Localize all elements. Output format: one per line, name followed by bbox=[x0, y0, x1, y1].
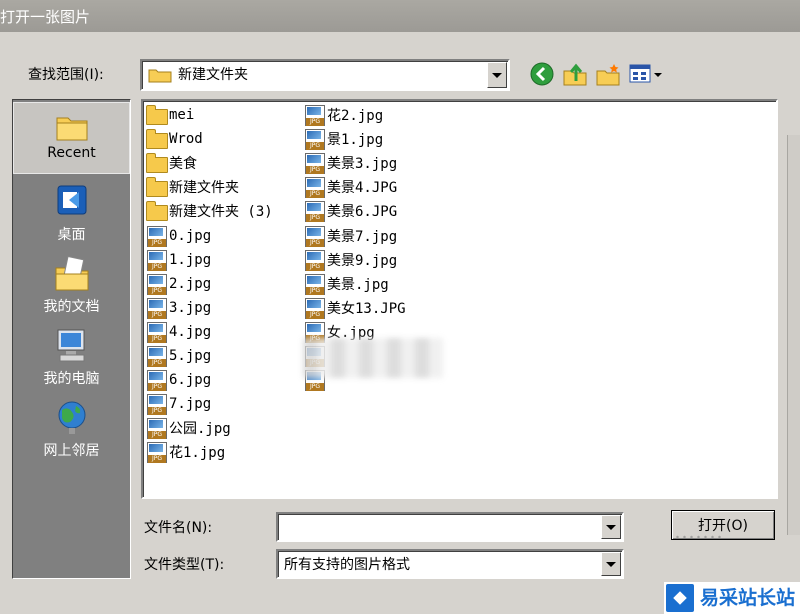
place-network[interactable]: 网上邻居 bbox=[13, 392, 130, 464]
list-item[interactable]: 公园.jpg bbox=[145, 416, 273, 440]
list-item[interactable]: 美女13.JPG bbox=[303, 296, 406, 320]
list-item[interactable]: 3.jpg bbox=[145, 296, 273, 320]
jpg-file-icon bbox=[303, 105, 325, 127]
window-title: 打开一张图片 bbox=[0, 8, 91, 26]
jpg-file-icon bbox=[303, 297, 325, 319]
list-item[interactable]: 1.jpg bbox=[145, 248, 273, 272]
jpg-file-icon bbox=[145, 297, 167, 319]
watermark: 易采站长站 bbox=[664, 582, 800, 614]
desktop-icon bbox=[57, 185, 86, 215]
list-item[interactable]: 美景3.jpg bbox=[303, 151, 406, 175]
chevron-down-icon bbox=[606, 561, 616, 567]
place-label: 桌面 bbox=[57, 227, 86, 243]
jpg-file-icon bbox=[145, 321, 167, 343]
list-item[interactable]: Wrod bbox=[145, 127, 273, 151]
look-in-dropdown[interactable]: 新建文件夹 bbox=[140, 59, 510, 91]
jpg-file-icon bbox=[145, 442, 167, 464]
filetype-value: 所有支持的图片格式 bbox=[284, 557, 410, 573]
jpg-file-icon bbox=[145, 249, 167, 271]
list-item[interactable]: 景1.jpg bbox=[303, 127, 406, 151]
folder-icon bbox=[145, 105, 168, 126]
list-item[interactable]: 花1.jpg bbox=[145, 440, 273, 464]
jpg-file-icon bbox=[145, 418, 167, 440]
new-folder-icon[interactable] bbox=[595, 61, 621, 87]
my-documents-icon bbox=[55, 255, 88, 291]
title-bar[interactable]: 打开一张图片 bbox=[0, 0, 800, 32]
place-my-documents[interactable]: 我的文档 bbox=[13, 248, 130, 320]
jpg-file-icon bbox=[303, 177, 325, 199]
look-in-dropdown-button[interactable] bbox=[487, 62, 507, 88]
recent-folder-icon bbox=[56, 117, 87, 141]
list-item[interactable]: 美食 bbox=[145, 151, 273, 175]
filetype-dropdown-button[interactable] bbox=[601, 552, 621, 576]
watermark-text: 易采站长站 bbox=[700, 587, 796, 609]
network-icon bbox=[58, 401, 85, 434]
look-in-value: 新建文件夹 bbox=[178, 67, 248, 83]
place-label: 我的电脑 bbox=[43, 371, 100, 387]
list-item[interactable]: mei bbox=[145, 103, 273, 127]
list-item[interactable]: 美景4.JPG bbox=[303, 175, 406, 199]
back-icon[interactable] bbox=[529, 61, 555, 87]
list-item[interactable]: 4.jpg bbox=[145, 320, 273, 344]
place-my-computer[interactable]: 我的电脑 bbox=[13, 320, 130, 392]
jpg-file-icon bbox=[303, 201, 325, 223]
places-bar: Recent 桌面 我的文档 我的电脑 网上邻居 bbox=[12, 99, 131, 579]
chevron-down-icon bbox=[606, 524, 616, 530]
list-item[interactable]: 0.jpg bbox=[145, 223, 273, 247]
list-item[interactable]: 5.jpg bbox=[145, 344, 273, 368]
list-item[interactable]: 美景9.jpg bbox=[303, 248, 406, 272]
jpg-file-icon bbox=[303, 273, 325, 295]
list-item[interactable]: 新建文件夹 (3) bbox=[145, 199, 273, 223]
jpg-file-icon bbox=[303, 225, 325, 247]
scrollbar[interactable] bbox=[787, 135, 800, 535]
jpg-file-icon bbox=[303, 153, 325, 175]
jpg-file-icon bbox=[145, 370, 167, 392]
folder-icon bbox=[145, 201, 168, 222]
jpg-file-icon bbox=[303, 129, 325, 151]
list-item[interactable]: 6.jpg bbox=[145, 368, 273, 392]
folder-icon bbox=[148, 69, 172, 83]
list-item[interactable]: 2.jpg bbox=[145, 272, 273, 296]
filetype-label: 文件类型(T): bbox=[144, 557, 225, 573]
place-recent[interactable]: Recent bbox=[13, 102, 130, 174]
jpg-file-icon bbox=[145, 225, 167, 247]
look-in-label: 查找范围(I): bbox=[28, 67, 104, 83]
file-list[interactable]: mei Wrod 美食 新建文件夹 新建文件夹 (3) 0.jpg 1.jpg … bbox=[141, 99, 778, 499]
jpg-file-icon bbox=[145, 273, 167, 295]
jpg-file-icon bbox=[303, 249, 325, 271]
filetype-select[interactable]: 所有支持的图片格式 bbox=[276, 549, 624, 579]
file-column-1: mei Wrod 美食 新建文件夹 新建文件夹 (3) 0.jpg 1.jpg … bbox=[145, 103, 273, 464]
place-label: Recent bbox=[47, 145, 96, 161]
list-item[interactable]: 花2.jpg bbox=[303, 103, 406, 127]
filename-input[interactable] bbox=[276, 512, 624, 542]
jpg-file-icon bbox=[145, 345, 167, 367]
folder-icon bbox=[145, 129, 168, 150]
place-desktop[interactable]: 桌面 bbox=[13, 176, 130, 248]
filename-dropdown-button[interactable] bbox=[601, 515, 621, 539]
view-menu-icon[interactable] bbox=[628, 61, 664, 87]
my-computer-icon bbox=[57, 329, 84, 362]
blurred-region bbox=[303, 338, 443, 378]
folder-icon bbox=[145, 177, 168, 198]
list-item[interactable]: 美景7.jpg bbox=[303, 223, 406, 247]
place-label: 我的文档 bbox=[43, 299, 100, 315]
list-item[interactable]: 美景6.JPG bbox=[303, 199, 406, 223]
list-item[interactable]: 7.jpg bbox=[145, 392, 273, 416]
up-folder-icon[interactable] bbox=[562, 61, 588, 87]
folder-icon bbox=[145, 153, 168, 174]
place-label: 网上邻居 bbox=[43, 443, 100, 459]
list-item[interactable]: 美景.jpg bbox=[303, 272, 406, 296]
chevron-down-icon bbox=[492, 72, 502, 78]
focus-dots bbox=[674, 533, 724, 541]
list-item[interactable]: 新建文件夹 bbox=[145, 175, 273, 199]
jpg-file-icon bbox=[145, 394, 167, 416]
watermark-logo-icon bbox=[666, 584, 694, 612]
filename-label: 文件名(N): bbox=[144, 520, 213, 536]
